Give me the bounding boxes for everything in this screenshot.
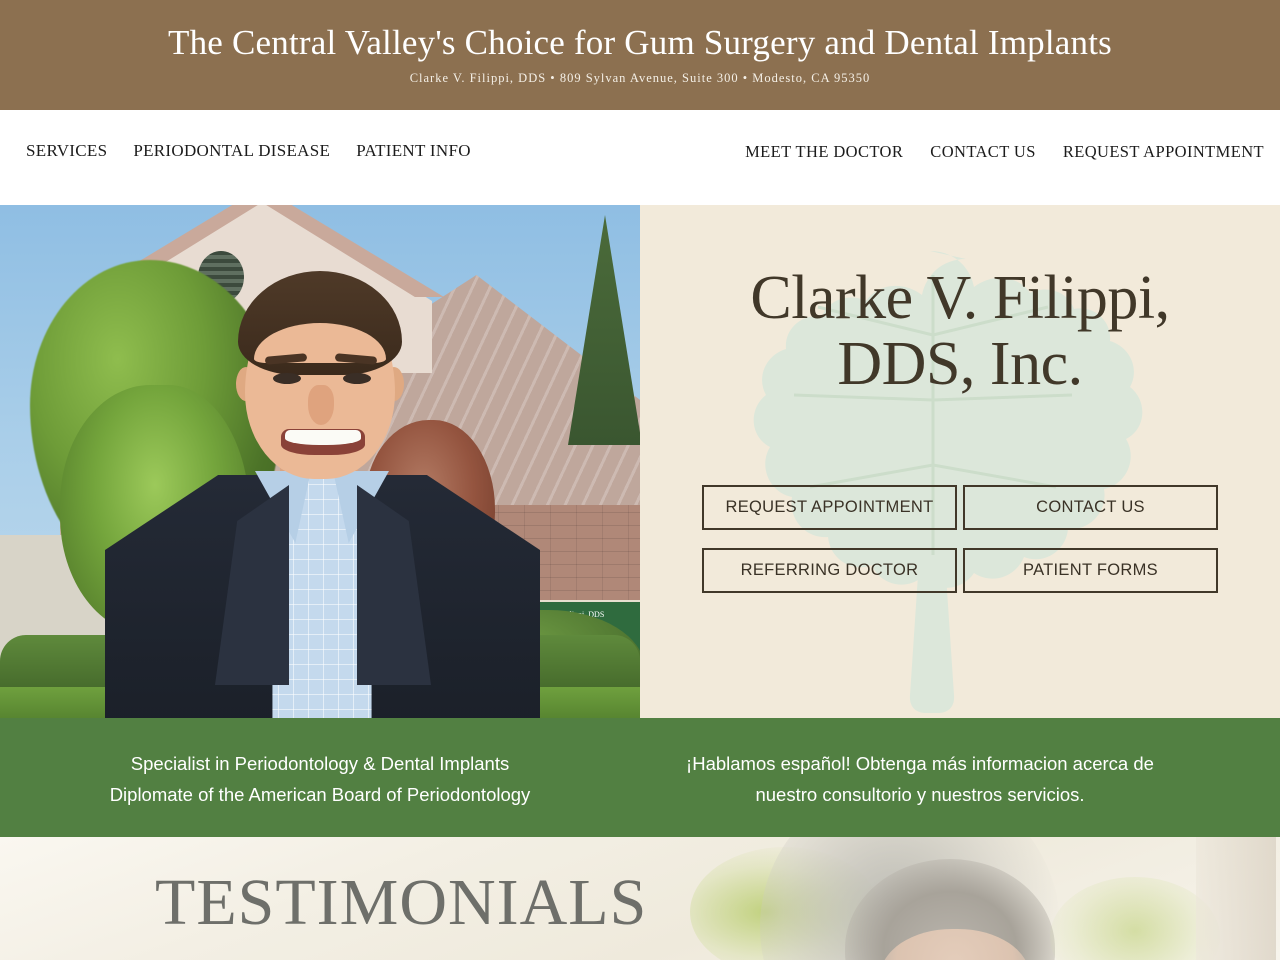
credentials-line-1: Specialist in Periodontology & Dental Im… — [130, 753, 510, 774]
hero-section: Clarke V. Filippi, DDS, Inc. REQUEST APP… — [0, 205, 1280, 718]
nav-item-services[interactable]: SERVICES — [26, 141, 107, 161]
page-root: The Central Valley's Choice for Gum Surg… — [0, 0, 1280, 960]
referring-doctor-button[interactable]: REFERRING DOCTOR — [702, 548, 957, 593]
site-header-banner: The Central Valley's Choice for Gum Surg… — [0, 0, 1280, 110]
nav-item-meet-the-doctor[interactable]: MEET THE DOCTOR — [745, 142, 903, 162]
hero-title-line-2: DDS, Inc. — [837, 330, 1083, 399]
credentials-text: Specialist in Periodontology & Dental Im… — [0, 748, 640, 810]
spanish-message[interactable]: ¡Hablamos español! Obtenga más informaci… — [640, 748, 1200, 810]
nav-left-group: SERVICES PERIODONTAL DISEASE PATIENT INF… — [26, 141, 497, 161]
nav-right-group: MEET THE DOCTOR CONTACT US REQUEST APPOI… — [718, 142, 1264, 162]
hero-title-line-1: Clarke V. Filippi, — [750, 264, 1170, 332]
doctor-eye-left — [273, 373, 301, 384]
spanish-line-2: nuestro consultorio y nuestros servicios… — [755, 784, 1085, 806]
doctor-nose — [308, 385, 334, 425]
nav-item-patient-info[interactable]: PATIENT INFO — [356, 141, 471, 161]
hero-cta-group: REQUEST APPOINTMENT CONTACT US REFERRING… — [702, 485, 1218, 593]
credentials-line-2: Diplomate of the American Board of Perio… — [109, 784, 531, 806]
background-column — [1196, 837, 1276, 960]
nav-item-request-appointment[interactable]: REQUEST APPOINTMENT — [1063, 142, 1264, 162]
doctor-teeth — [285, 430, 361, 445]
hero-content-panel: Clarke V. Filippi, DDS, Inc. REQUEST APP… — [640, 205, 1280, 718]
patient-forms-button[interactable]: PATIENT FORMS — [963, 548, 1218, 593]
request-appointment-button[interactable]: REQUEST APPOINTMENT — [702, 485, 957, 530]
nav-item-contact-us[interactable]: CONTACT US — [930, 142, 1036, 162]
doctor-photo: Clarke V. Filippi, DDS — [0, 205, 640, 718]
doctor-eye-right — [343, 373, 371, 384]
doctor-hair — [238, 271, 402, 375]
green-info-banner: Specialist in Periodontology & Dental Im… — [0, 718, 1280, 837]
contact-us-button[interactable]: CONTACT US — [963, 485, 1218, 530]
site-tagline: The Central Valley's Choice for Gum Surg… — [168, 22, 1112, 62]
main-navigation: SERVICES PERIODONTAL DISEASE PATIENT INF… — [0, 110, 1280, 308]
testimonials-heading: TESTIMONIALS — [155, 866, 648, 939]
testimonials-section: TESTIMONIALS — [0, 837, 1280, 960]
nav-item-periodontal-disease[interactable]: PERIODONTAL DISEASE — [133, 141, 330, 161]
doctor-figure — [105, 247, 540, 718]
page-title: Clarke V. Filippi, DDS, Inc. — [640, 265, 1280, 398]
spanish-line-1: ¡Hablamos español! Obtenga más informaci… — [686, 753, 1154, 774]
site-address-line: Clarke V. Filippi, DDS • 809 Sylvan Aven… — [409, 71, 871, 86]
